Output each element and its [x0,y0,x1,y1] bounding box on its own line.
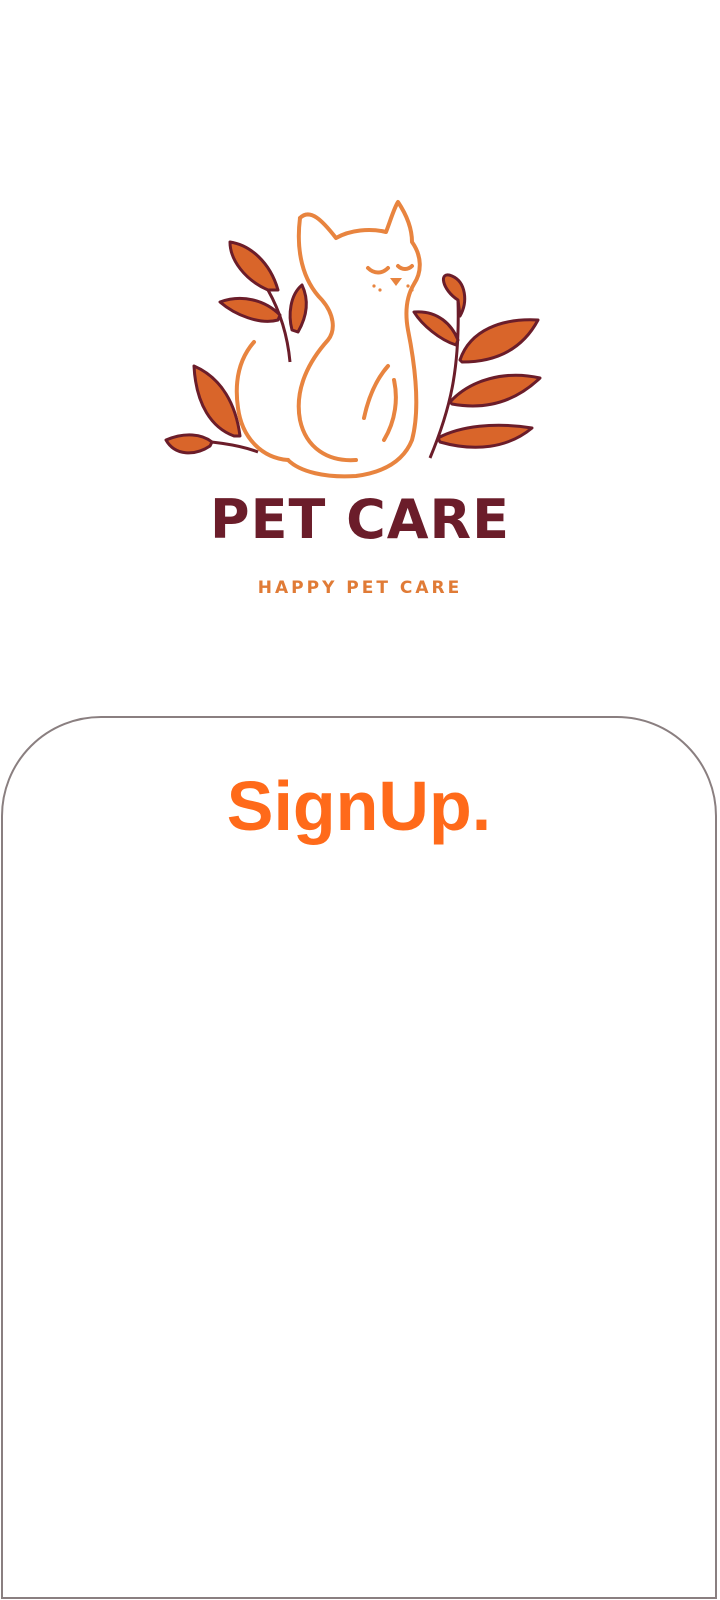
pet-care-logo: PET CARE HAPPY PET CARE [150,190,570,610]
signup-title: SignUp. [226,767,492,845]
signup-screen: PET CARE HAPPY PET CARE SignUp. [0,0,720,1600]
logo-title: PET CARE [210,488,510,551]
cat-with-leaves-icon [164,200,542,479]
signup-card: SignUp. [1,716,717,1599]
logo-subtitle: HAPPY PET CARE [257,578,463,598]
